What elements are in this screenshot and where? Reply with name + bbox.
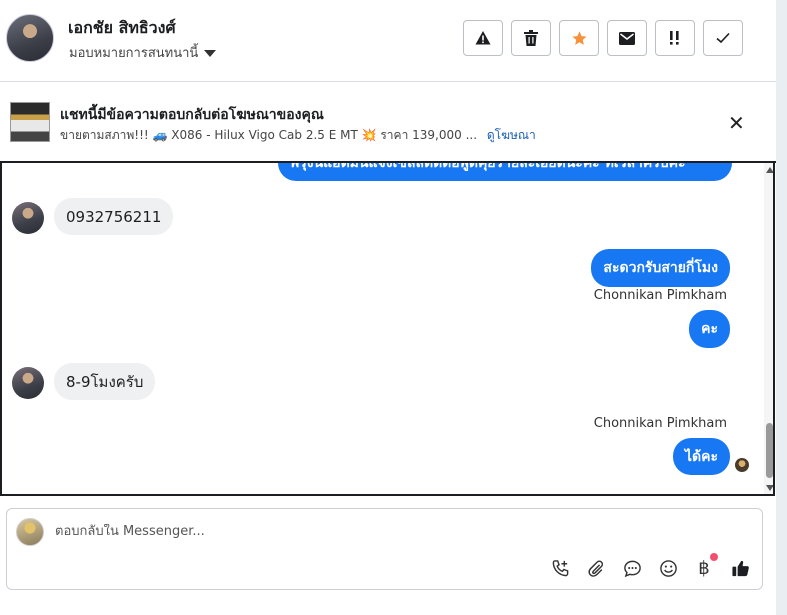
scroll-up-icon[interactable] bbox=[766, 167, 773, 173]
saved-reply-icon bbox=[623, 560, 641, 577]
outgoing-message: สะดวกรับสายกี่โมง bbox=[591, 249, 730, 287]
ad-banner-title: แชทนี้มีข้อความตอบกลับต่อโฆษณาของคุณ bbox=[60, 107, 324, 123]
star-icon bbox=[571, 30, 587, 45]
conversation-panel: เอกชัย สิทธิวงศ์ มอบหมายการสนทนานี้ แชทน… bbox=[0, 0, 776, 615]
follow-up-icon bbox=[670, 31, 679, 45]
outgoing-message: ได้คะ bbox=[672, 438, 730, 475]
emoji-icon bbox=[659, 559, 677, 577]
page-background-strip bbox=[776, 0, 787, 615]
delete-button[interactable] bbox=[511, 20, 551, 56]
assign-conversation-dropdown[interactable]: มอบหมายการสนทนานี้ bbox=[69, 42, 217, 63]
like-icon bbox=[731, 560, 749, 576]
ad-description: ขายตามสภาพ!!! 🚙 X086 - Hilux Vigo Cab 2.… bbox=[60, 128, 478, 142]
emoji-button[interactable] bbox=[657, 557, 679, 579]
attach-button[interactable] bbox=[585, 557, 607, 579]
follow-up-button[interactable] bbox=[655, 20, 695, 56]
warning-icon bbox=[475, 31, 491, 45]
ad-reply-banner: แชทนี้มีข้อความตอบกลับต่อโฆษณาของคุณ ขาย… bbox=[0, 83, 776, 163]
envelope-icon bbox=[619, 31, 635, 45]
star-button[interactable] bbox=[559, 20, 599, 56]
add-call-icon bbox=[552, 559, 568, 576]
reply-composer: ฿ bbox=[6, 508, 763, 590]
sender-name: Chonnikan Pimkham bbox=[593, 288, 727, 303]
report-spam-button[interactable] bbox=[463, 20, 503, 56]
message-text: สะดวกรับสายกี่โมง bbox=[603, 260, 718, 276]
message-thread: พรุ่งนี้แอดมินแจ้งเซลล์ติดต่อพูดคุยรายละ… bbox=[0, 163, 775, 496]
saved-reply-button[interactable] bbox=[621, 557, 643, 579]
chevron-down-icon bbox=[204, 49, 217, 57]
outgoing-message: พรุ่งนี้แอดมินแจ้งเซลล์ติดต่อพูดคุยรายละ… bbox=[278, 163, 732, 181]
contact-avatar[interactable] bbox=[6, 14, 54, 62]
outgoing-message: คะ bbox=[689, 310, 730, 348]
scrollbar-thumb[interactable] bbox=[766, 423, 773, 478]
view-ad-link[interactable]: ดูโฆษณา bbox=[487, 128, 536, 142]
ad-thumbnail[interactable] bbox=[10, 102, 50, 142]
mark-unread-button[interactable] bbox=[607, 20, 647, 56]
close-icon[interactable]: ✕ bbox=[728, 113, 745, 133]
scroll-down-icon[interactable] bbox=[766, 485, 773, 491]
message-text: ได้คะ bbox=[684, 448, 718, 465]
seen-avatar bbox=[735, 458, 749, 472]
notification-dot bbox=[710, 553, 718, 561]
message-text: พรุ่งนี้แอดมินแจ้งเซลล์ติดต่อพูดคุยรายละ… bbox=[290, 163, 686, 171]
sender-name: Chonnikan Pimkham bbox=[593, 416, 727, 431]
trash-icon bbox=[524, 30, 538, 46]
mark-done-button[interactable] bbox=[703, 20, 743, 56]
check-icon bbox=[716, 32, 730, 44]
like-button[interactable] bbox=[729, 557, 751, 579]
message-text: 8-9โมงครับ bbox=[66, 372, 144, 391]
reply-input[interactable] bbox=[55, 524, 655, 539]
ad-description-line: ขายตามสภาพ!!! 🚙 X086 - Hilux Vigo Cab 2.… bbox=[60, 126, 536, 145]
add-call-button[interactable] bbox=[549, 557, 571, 579]
message-text: 0932756211 bbox=[66, 207, 162, 226]
assign-label: มอบหมายการสนทนานี้ bbox=[69, 46, 199, 61]
contact-name[interactable]: เอกชัย สิทธิวงศ์ bbox=[68, 16, 176, 41]
conversation-header: เอกชัย สิทธิวงศ์ มอบหมายการสนทนานี้ bbox=[0, 0, 776, 82]
page-avatar bbox=[16, 518, 44, 546]
incoming-message: 0932756211 bbox=[54, 198, 174, 235]
contact-avatar-small bbox=[12, 202, 44, 234]
attachment-icon bbox=[588, 560, 604, 577]
message-text: คะ bbox=[701, 321, 718, 337]
incoming-message: 8-9โมงครับ bbox=[54, 363, 156, 400]
contact-avatar-small bbox=[12, 367, 44, 399]
